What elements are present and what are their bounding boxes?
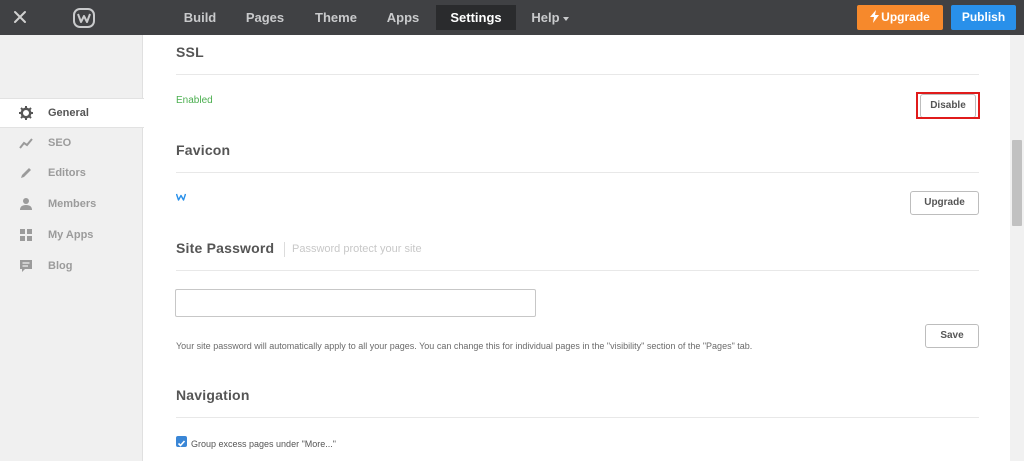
tab-label: Help [531, 10, 560, 25]
ssl-title: SSL [176, 44, 204, 60]
scrollbar-thumb[interactable] [1012, 140, 1022, 226]
divider [176, 74, 979, 75]
grid-icon [20, 229, 32, 241]
weebly-logo-icon[interactable] [73, 8, 95, 28]
sidebar-item-label: My Apps [48, 229, 94, 241]
group-pages-label: Group excess pages under "More..." [191, 439, 336, 449]
lightning-icon [870, 10, 880, 23]
divider [176, 417, 979, 418]
tab-label: Build [183, 10, 217, 25]
sidebar-item-label: Blog [48, 260, 73, 272]
pencil-icon [21, 168, 31, 178]
sidebar-item-label: General [48, 107, 89, 119]
person-icon [20, 198, 32, 210]
publish-button[interactable]: Publish [951, 5, 1016, 30]
tab-apps[interactable]: Apps [381, 5, 425, 30]
sidebar-item-general[interactable]: General [0, 98, 144, 128]
tab-label: Settings [450, 10, 502, 25]
divider [176, 270, 979, 271]
save-password-button[interactable]: Save [925, 324, 979, 348]
sidebar-item-editors[interactable]: Editors [0, 159, 143, 189]
sidebar-item-members[interactable]: Members [0, 190, 143, 220]
sidebar-item-label: SEO [48, 137, 72, 149]
highlight-box [916, 92, 980, 119]
site-password-subtitle: Password protect your site [284, 242, 422, 257]
gear-icon [19, 106, 33, 120]
upgrade-button[interactable]: Upgrade [857, 5, 943, 30]
group-pages-checkbox[interactable] [176, 436, 187, 447]
sidebar-item-label: Members [48, 198, 97, 210]
upgrade-label: Upgrade [881, 10, 930, 24]
favicon-preview-icon [176, 193, 186, 201]
scrollbar-track[interactable] [1010, 35, 1024, 461]
checkmark-icon [177, 440, 186, 447]
sidebar-item-label: Editors [48, 167, 86, 179]
tab-settings[interactable]: Settings [436, 5, 516, 30]
tab-label: Apps [386, 10, 420, 25]
tab-label: Pages [245, 10, 285, 25]
sidebar-item-seo[interactable]: SEO [0, 129, 143, 159]
comment-icon [20, 260, 32, 272]
close-icon[interactable] [10, 7, 30, 27]
chevron-down-icon [562, 16, 569, 21]
publish-label: Publish [961, 10, 1006, 24]
divider [176, 172, 979, 173]
ssl-status: Enabled [176, 95, 213, 106]
sidebar-item-blog[interactable]: Blog [0, 252, 143, 282]
tab-label: Theme [315, 10, 357, 25]
tab-help[interactable]: Help [527, 5, 573, 30]
trend-icon [19, 138, 33, 149]
site-password-help-text: Your site password will automatically ap… [176, 341, 753, 351]
navigation-title: Navigation [176, 387, 250, 403]
site-password-input[interactable] [175, 289, 536, 317]
tab-build[interactable]: Build [177, 5, 223, 30]
top-bar: Build Pages Theme Apps Settings Help Upg… [0, 0, 1024, 35]
settings-sidebar: General SEO Editors Members My Apps Blog [0, 35, 144, 461]
site-password-title: Site Password [176, 240, 275, 256]
tab-theme[interactable]: Theme [308, 5, 364, 30]
favicon-upgrade-button[interactable]: Upgrade [910, 191, 979, 215]
favicon-title: Favicon [176, 142, 231, 158]
sidebar-item-my-apps[interactable]: My Apps [0, 221, 143, 251]
tab-pages[interactable]: Pages [240, 5, 290, 30]
